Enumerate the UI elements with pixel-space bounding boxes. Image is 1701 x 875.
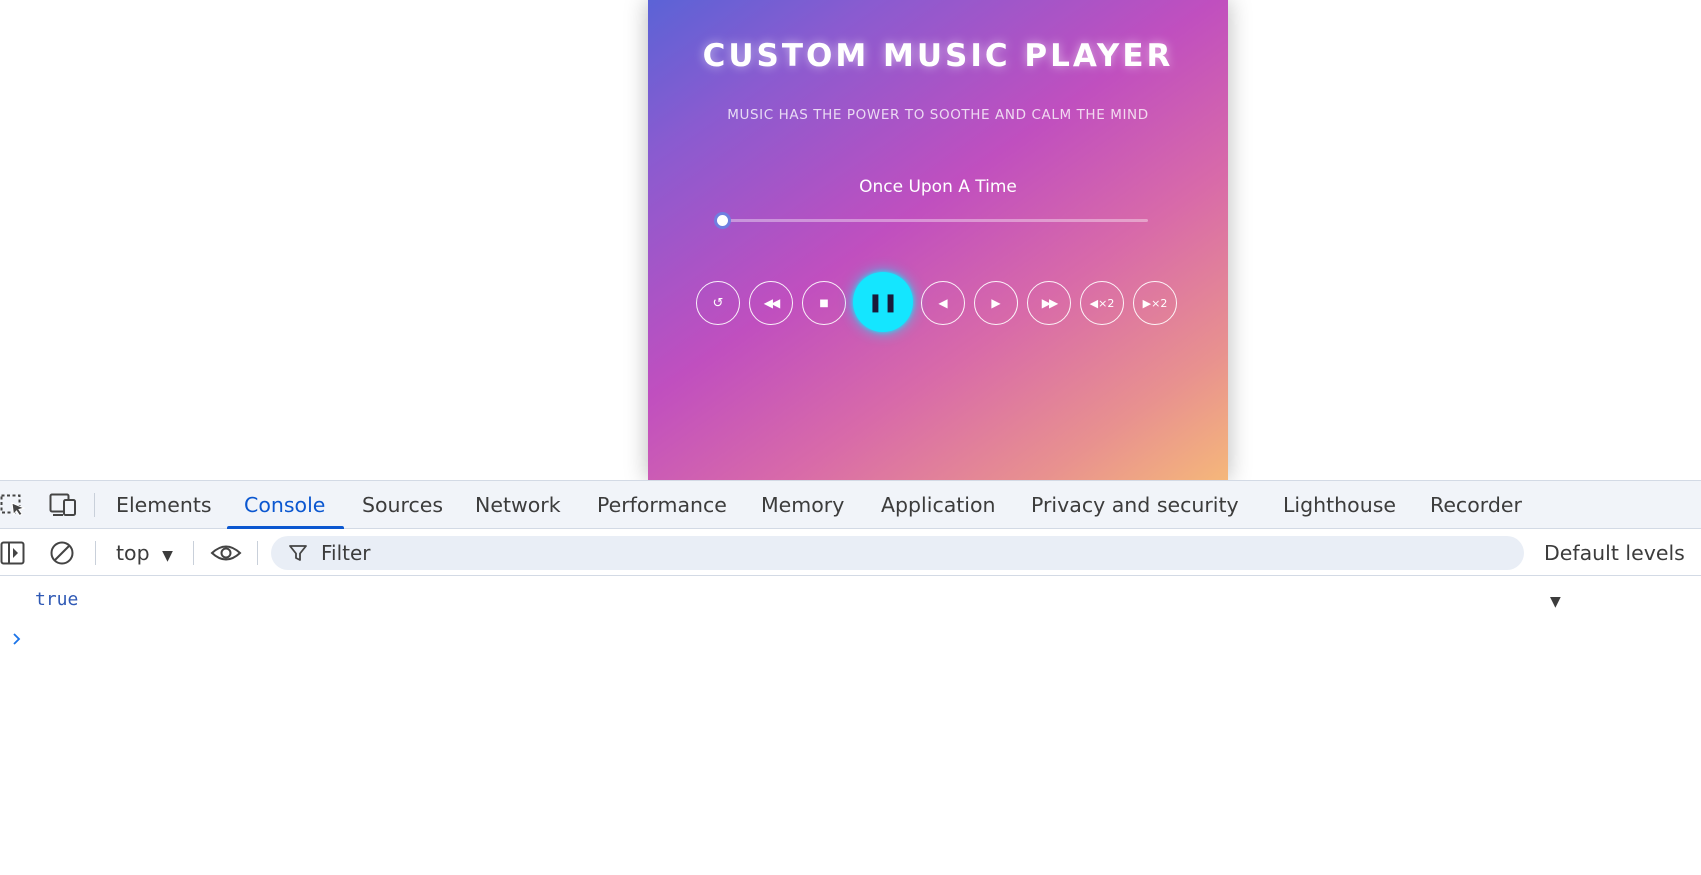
player-subtitle: MUSIC HAS THE POWER TO SOOTHE AND CALM T… [727, 107, 1149, 123]
eye-icon[interactable] [210, 541, 242, 565]
tabbar-divider [94, 493, 95, 517]
device-toolbar-icon[interactable] [49, 493, 77, 517]
toolbar-divider [95, 541, 96, 565]
console-prompt-icon[interactable] [10, 629, 24, 649]
player-title: CUSTOM MUSIC PLAYER [702, 38, 1174, 74]
progress-slider[interactable] [714, 212, 1148, 229]
player-controls: ↺ ◀◀ ■ ❚❚ ◀ ▶ ▶▶ ◀×2 ▶×2 [696, 272, 1180, 338]
log-levels-dropdown[interactable]: Default levels ▼ [1544, 530, 1701, 610]
music-player-card: CUSTOM MUSIC PLAYER MUSIC HAS THE POWER … [648, 0, 1228, 480]
track-title: Once Upon A Time [859, 177, 1017, 197]
devtools-tabbar: Elements Console Sources Network Perform… [0, 481, 1701, 529]
chevron-down-icon: ▼ [162, 548, 173, 564]
fast-forward-button[interactable]: ▶▶ [1027, 281, 1071, 325]
pause-button[interactable]: ❚❚ [853, 272, 913, 332]
play-forward-button[interactable]: ▶ [974, 281, 1018, 325]
speed-up-button[interactable]: ▶×2 [1133, 281, 1177, 325]
toolbar-divider [257, 541, 258, 565]
inspect-element-icon[interactable] [0, 493, 26, 517]
progress-thumb[interactable] [714, 212, 731, 229]
page-viewport: CUSTOM MUSIC PLAYER MUSIC HAS THE POWER … [0, 0, 1701, 480]
filter-icon [288, 543, 308, 563]
tab-sources[interactable]: Sources [362, 481, 443, 529]
clear-console-icon[interactable] [49, 541, 75, 565]
slow-down-button[interactable]: ◀×2 [1080, 281, 1124, 325]
tab-recorder[interactable]: Recorder [1430, 481, 1522, 529]
step-back-button[interactable]: ◀ [921, 281, 965, 325]
restart-button[interactable]: ↺ [696, 281, 740, 325]
tab-network[interactable]: Network [475, 481, 561, 529]
active-tab-indicator [227, 526, 344, 529]
tab-elements[interactable]: Elements [116, 481, 212, 529]
chevron-down-icon: ▼ [1550, 594, 1561, 610]
sidebar-toggle-icon[interactable] [0, 541, 26, 565]
stop-button[interactable]: ■ [802, 281, 846, 325]
tab-application[interactable]: Application [881, 481, 996, 529]
tab-performance[interactable]: Performance [597, 481, 727, 529]
context-selector[interactable]: top ▼ [116, 530, 173, 576]
tab-memory[interactable]: Memory [761, 481, 844, 529]
filter-input[interactable]: Filter [271, 536, 1524, 570]
devtools-panel: Elements Console Sources Network Perform… [0, 480, 1701, 875]
tab-privacy-and-security[interactable]: Privacy and security [1031, 481, 1239, 529]
filter-placeholder: Filter [321, 541, 371, 565]
console-output-line: true [35, 589, 79, 610]
rewind-button[interactable]: ◀◀ [749, 281, 793, 325]
toolbar-divider [193, 541, 194, 565]
tab-lighthouse[interactable]: Lighthouse [1283, 481, 1396, 529]
log-levels-label: Default levels [1544, 541, 1685, 565]
console-toolbar: top ▼ Filter Default levels ▼ [0, 530, 1701, 610]
tab-console[interactable]: Console [244, 481, 325, 529]
context-label: top [116, 541, 150, 565]
